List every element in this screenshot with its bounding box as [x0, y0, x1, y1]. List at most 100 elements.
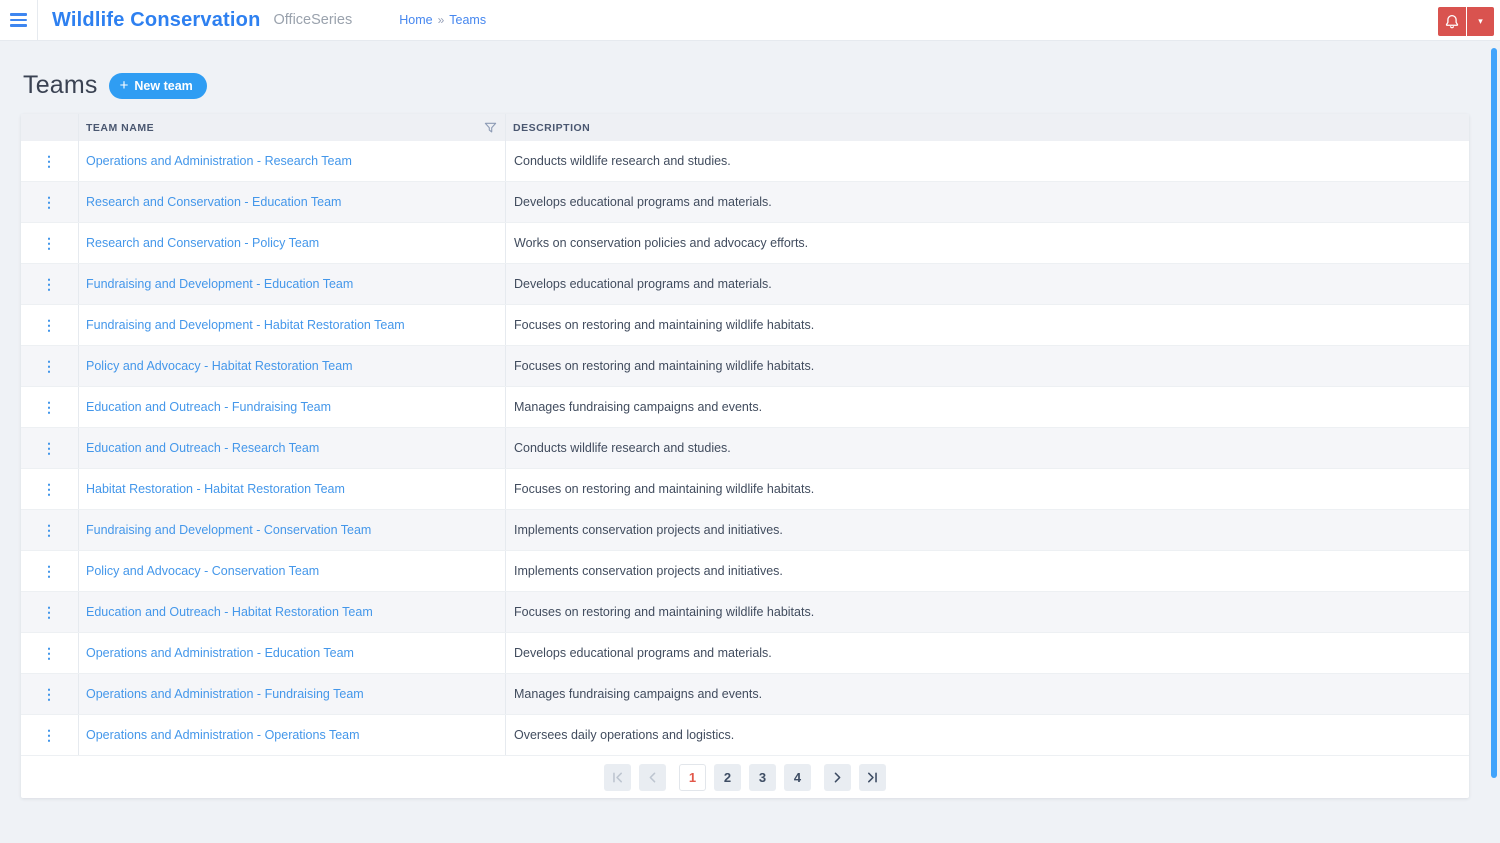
team-name-link[interactable]: Education and Outreach - Research Team	[86, 441, 319, 455]
table-row: ⋮ Research and Conservation - Education …	[21, 182, 1469, 223]
team-description-cell: Develops educational programs and materi…	[506, 264, 1469, 304]
kebab-icon: ⋮	[42, 440, 57, 456]
team-name-link[interactable]: Policy and Advocacy - Habitat Restoratio…	[86, 359, 353, 373]
bell-icon	[1445, 14, 1459, 28]
team-description-cell: Oversees daily operations and logistics.	[506, 715, 1469, 755]
page-number-button[interactable]: 4	[784, 763, 811, 791]
chevron-down-icon: ▾	[1478, 16, 1483, 26]
team-name-link[interactable]: Operations and Administration - Fundrais…	[86, 687, 364, 701]
row-menu-button[interactable]: ⋮	[36, 314, 63, 336]
breadcrumb-separator: »	[437, 13, 445, 27]
prev-page-button[interactable]	[639, 763, 666, 791]
table-row: ⋮ Education and Outreach - Fundraising T…	[21, 387, 1469, 428]
team-description-cell: Develops educational programs and materi…	[506, 182, 1469, 222]
team-name-cell: Operations and Administration - Fundrais…	[79, 674, 506, 714]
last-page-icon	[867, 772, 877, 782]
row-actions-cell: ⋮	[21, 469, 79, 509]
team-name-cell: Education and Outreach - Habitat Restora…	[79, 592, 506, 632]
first-page-button[interactable]	[604, 763, 631, 791]
teams-table: TEAM NAME DESCRIPTION ⋮ Operations and A…	[21, 114, 1469, 798]
team-description: Focuses on restoring and maintaining wil…	[514, 605, 815, 619]
page-number-button[interactable]: 2	[714, 763, 741, 791]
team-description: Develops educational programs and materi…	[514, 646, 772, 660]
filter-button[interactable]	[482, 119, 499, 136]
team-name-link[interactable]: Policy and Advocacy - Conservation Team	[86, 564, 319, 578]
team-name-link[interactable]: Operations and Administration - Operatio…	[86, 728, 360, 742]
team-name-column-header: TEAM NAME	[79, 114, 506, 141]
team-name-link[interactable]: Fundraising and Development - Habitat Re…	[86, 318, 405, 332]
row-menu-button[interactable]: ⋮	[36, 478, 63, 500]
new-team-button-label: New team	[134, 78, 193, 93]
actions-column-header	[21, 114, 79, 141]
kebab-icon: ⋮	[42, 194, 57, 210]
team-name-link[interactable]: Fundraising and Development - Conservati…	[86, 523, 371, 537]
kebab-icon: ⋮	[42, 481, 57, 497]
scrollbar-thumb[interactable]	[1491, 48, 1497, 778]
team-name-link[interactable]: Education and Outreach - Habitat Restora…	[86, 605, 373, 619]
breadcrumb-home-link[interactable]: Home	[399, 13, 432, 27]
table-row: ⋮ Fundraising and Development - Educatio…	[21, 264, 1469, 305]
team-name-link[interactable]: Research and Conservation - Policy Team	[86, 236, 319, 250]
breadcrumb-current-link[interactable]: Teams	[449, 13, 486, 27]
team-description-cell: Focuses on restoring and maintaining wil…	[506, 346, 1469, 386]
account-dropdown-button[interactable]: ▾	[1467, 7, 1494, 36]
row-menu-button[interactable]: ⋮	[36, 355, 63, 377]
row-menu-button[interactable]: ⋮	[36, 150, 63, 172]
team-description: Works on conservation policies and advoc…	[514, 236, 809, 250]
row-menu-button[interactable]: ⋮	[36, 560, 63, 582]
new-team-button[interactable]: + New team	[108, 72, 207, 99]
page-title: Teams	[23, 71, 98, 99]
table-row: ⋮ Habitat Restoration - Habitat Restorat…	[21, 469, 1469, 510]
app-title: Wildlife Conservation	[52, 8, 261, 31]
table-row: ⋮ Operations and Administration - Resear…	[21, 141, 1469, 182]
top-bar: Wildlife Conservation OfficeSeries Home …	[0, 0, 1500, 41]
team-name-link[interactable]: Operations and Administration - Research…	[86, 154, 352, 168]
row-actions-cell: ⋮	[21, 674, 79, 714]
team-description: Develops educational programs and materi…	[514, 277, 772, 291]
row-menu-button[interactable]: ⋮	[36, 642, 63, 664]
team-description: Focuses on restoring and maintaining wil…	[514, 318, 815, 332]
row-actions-cell: ⋮	[21, 633, 79, 673]
page-head: Teams + New team	[23, 71, 1500, 100]
kebab-icon: ⋮	[42, 563, 57, 579]
last-page-button[interactable]	[859, 763, 886, 791]
notifications-button[interactable]	[1438, 7, 1466, 36]
hamburger-menu-button[interactable]	[0, 0, 38, 41]
row-menu-button[interactable]: ⋮	[36, 601, 63, 623]
table-row: ⋮ Fundraising and Development - Habitat …	[21, 305, 1469, 346]
team-description-cell: Conducts wildlife research and studies.	[506, 141, 1469, 181]
next-page-button[interactable]	[824, 763, 851, 791]
team-description-cell: Implements conservation projects and ini…	[506, 510, 1469, 550]
team-description: Focuses on restoring and maintaining wil…	[514, 482, 815, 496]
team-description: Manages fundraising campaigns and events…	[514, 687, 763, 701]
team-name-cell: Fundraising and Development - Habitat Re…	[79, 305, 506, 345]
row-menu-button[interactable]: ⋮	[36, 683, 63, 705]
row-menu-button[interactable]: ⋮	[36, 232, 63, 254]
team-name-cell: Education and Outreach - Fundraising Tea…	[79, 387, 506, 427]
row-menu-button[interactable]: ⋮	[36, 519, 63, 541]
page-number-button[interactable]: 1	[679, 763, 706, 791]
team-name-header-label: TEAM NAME	[86, 121, 155, 134]
first-page-icon	[613, 772, 623, 782]
description-header-label: DESCRIPTION	[513, 121, 591, 134]
row-menu-button[interactable]: ⋮	[36, 396, 63, 418]
row-menu-button[interactable]: ⋮	[36, 437, 63, 459]
page-number-button[interactable]: 3	[749, 763, 776, 791]
breadcrumb: Home » Teams	[399, 13, 486, 27]
team-name-link[interactable]: Fundraising and Development - Education …	[86, 277, 353, 291]
team-description: Conducts wildlife research and studies.	[514, 441, 731, 455]
team-name-cell: Operations and Administration - Operatio…	[79, 715, 506, 755]
row-menu-button[interactable]: ⋮	[36, 724, 63, 746]
kebab-icon: ⋮	[42, 317, 57, 333]
table-body: ⋮ Operations and Administration - Resear…	[21, 141, 1469, 756]
team-name-link[interactable]: Habitat Restoration - Habitat Restoratio…	[86, 482, 345, 496]
team-name-link[interactable]: Operations and Administration - Educatio…	[86, 646, 354, 660]
description-column-header: DESCRIPTION	[506, 114, 1469, 141]
kebab-icon: ⋮	[42, 235, 57, 251]
team-name-link[interactable]: Education and Outreach - Fundraising Tea…	[86, 400, 331, 414]
row-menu-button[interactable]: ⋮	[36, 191, 63, 213]
table-row: ⋮ Policy and Advocacy - Conservation Tea…	[21, 551, 1469, 592]
pagination: 1 2 3 4	[21, 756, 1469, 798]
team-name-link[interactable]: Research and Conservation - Education Te…	[86, 195, 341, 209]
row-menu-button[interactable]: ⋮	[36, 273, 63, 295]
